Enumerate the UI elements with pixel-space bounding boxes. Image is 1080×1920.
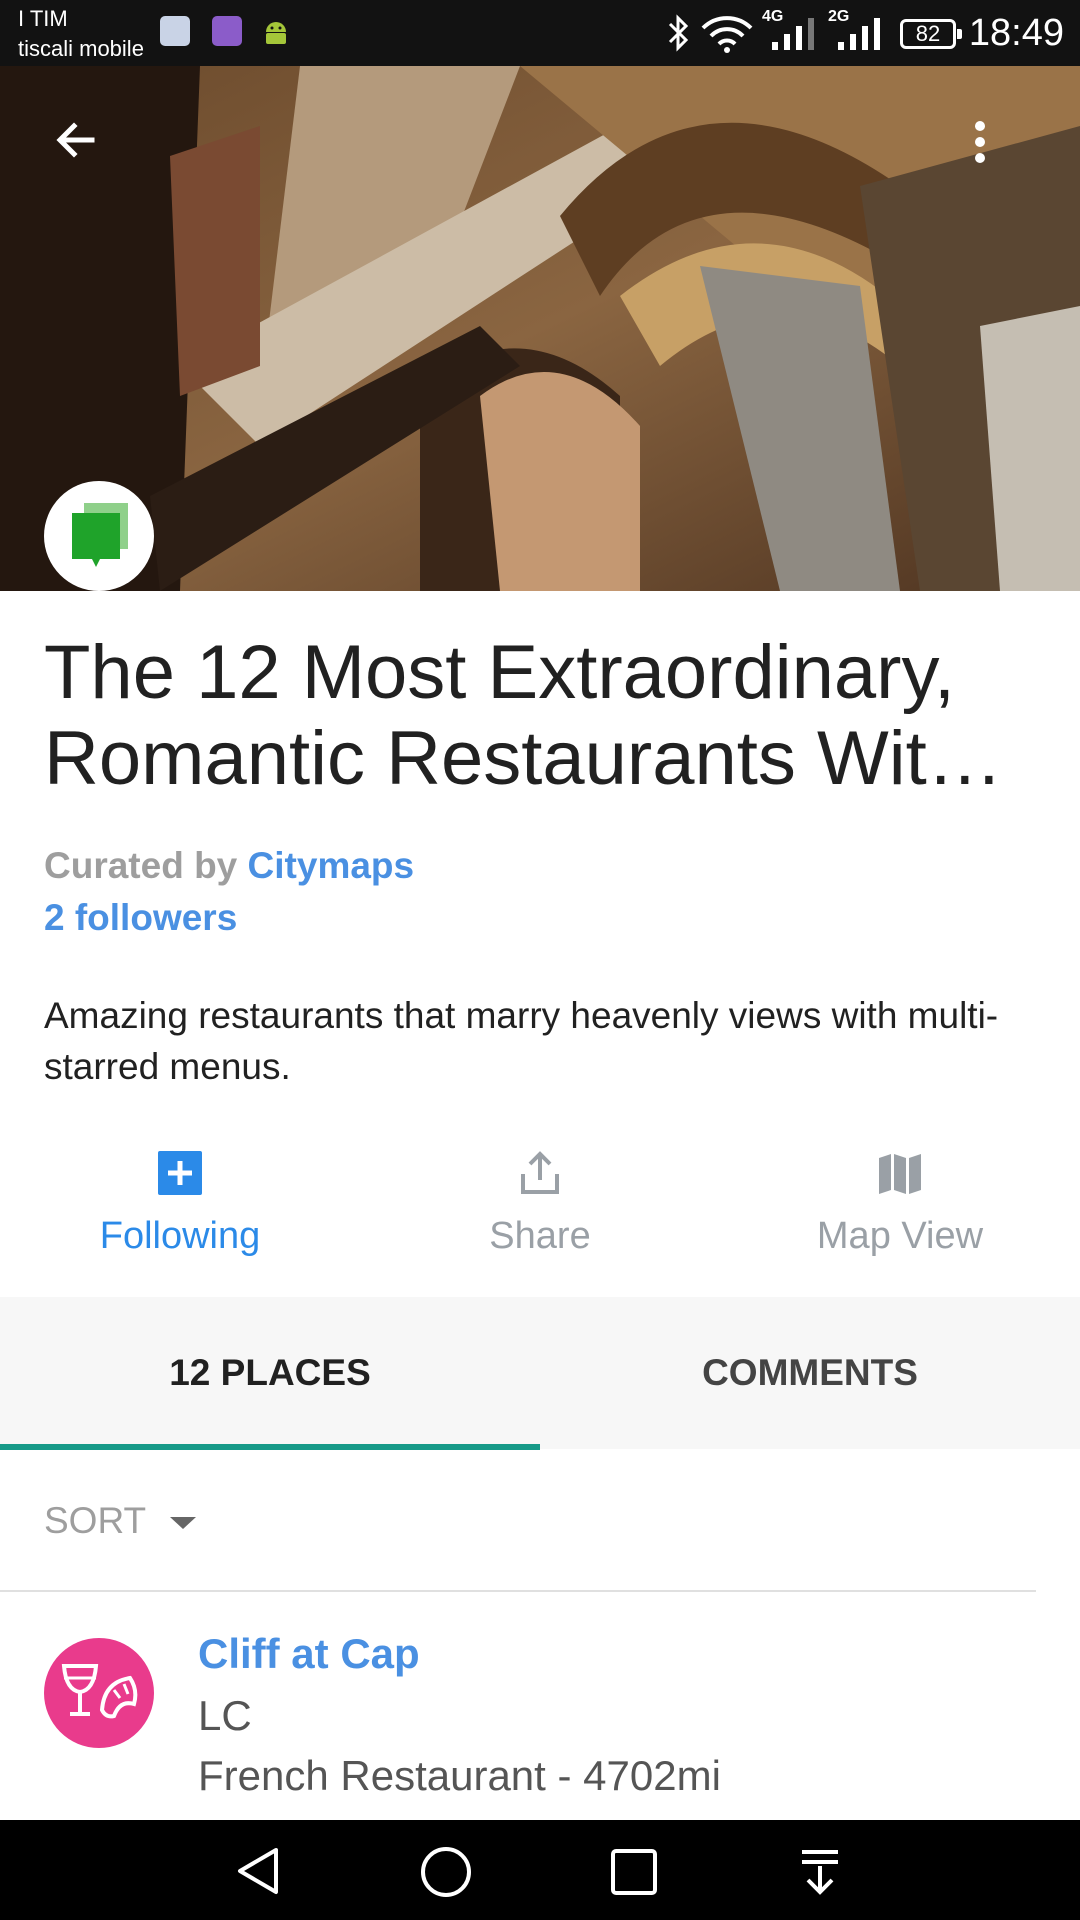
plus-box-icon [158,1151,202,1195]
place-subtitle: LC [198,1692,252,1739]
place-name[interactable]: Cliff at Cap [198,1630,420,1678]
place-category-distance: French Restaurant - 4702mi [198,1752,721,1799]
tab-bar: 12 PLACES COMMENTS [0,1297,1080,1449]
following-button[interactable]: Following [0,1150,360,1258]
map-view-button[interactable]: Map View [720,1150,1080,1258]
curated-by: Curated by Citymaps [44,845,414,887]
list-title-line-1: The 12 Most Extraordinary, [44,630,955,715]
sort-dropdown[interactable]: SORT [44,1500,198,1542]
back-icon[interactable] [52,116,100,164]
curated-by-label: Curated by [44,845,238,886]
battery-indicator: 82 [900,19,962,49]
clock: 18:49 [968,12,1064,54]
followers-link[interactable]: 2 followers [44,897,237,939]
hero-image [0,66,1080,591]
notification-calendar-icon [160,16,190,46]
signal-2g-icon [838,18,880,50]
sort-label: SORT [44,1500,146,1541]
speech-bubble-icon [72,503,128,567]
hero-architecture-image [0,66,1080,591]
tab-places[interactable]: 12 PLACES [0,1297,540,1449]
share-icon [521,1151,559,1194]
notification-gallery-icon [212,16,242,46]
status-bar: I TIM tiscali mobile 4G 2G 82 18:49 [0,0,1080,66]
share-label: Share [489,1215,591,1257]
list-avatar [44,481,154,591]
nav-back-icon[interactable] [234,1846,284,1896]
tab-comments[interactable]: COMMENTS [540,1297,1080,1449]
more-options-icon[interactable] [968,118,992,166]
carrier-name: I TIM [18,6,68,31]
bluetooth-icon [668,14,689,52]
share-button[interactable]: Share [360,1150,720,1258]
wine-croissant-icon [61,1664,138,1719]
nav-home-icon[interactable] [420,1846,472,1898]
map-view-label: Map View [816,1215,984,1257]
following-label: Following [99,1215,261,1257]
place-category-icon [44,1638,154,1748]
list-title-line-2: Romantic Restaurants With … [44,716,1044,801]
android-debug-icon [266,22,286,44]
carrier-name-secondary: tiscali mobile [18,36,144,61]
nav-recents-icon[interactable] [610,1848,658,1896]
curator-link[interactable]: Citymaps [248,845,415,886]
list-title: The 12 Most Extraordinary, Romantic Rest… [44,630,1044,802]
map-icon [879,1154,921,1194]
divider [0,1590,1036,1592]
wifi-icon [701,16,753,53]
signal-4g-icon [772,18,814,50]
tab-indicator [0,1444,540,1450]
system-nav-bar [0,1820,1080,1920]
dropdown-arrow-icon [169,1517,196,1530]
list-description: Amazing restaurants that marry heavenly … [44,995,999,1087]
nav-notifications-pull-icon[interactable] [796,1848,844,1896]
